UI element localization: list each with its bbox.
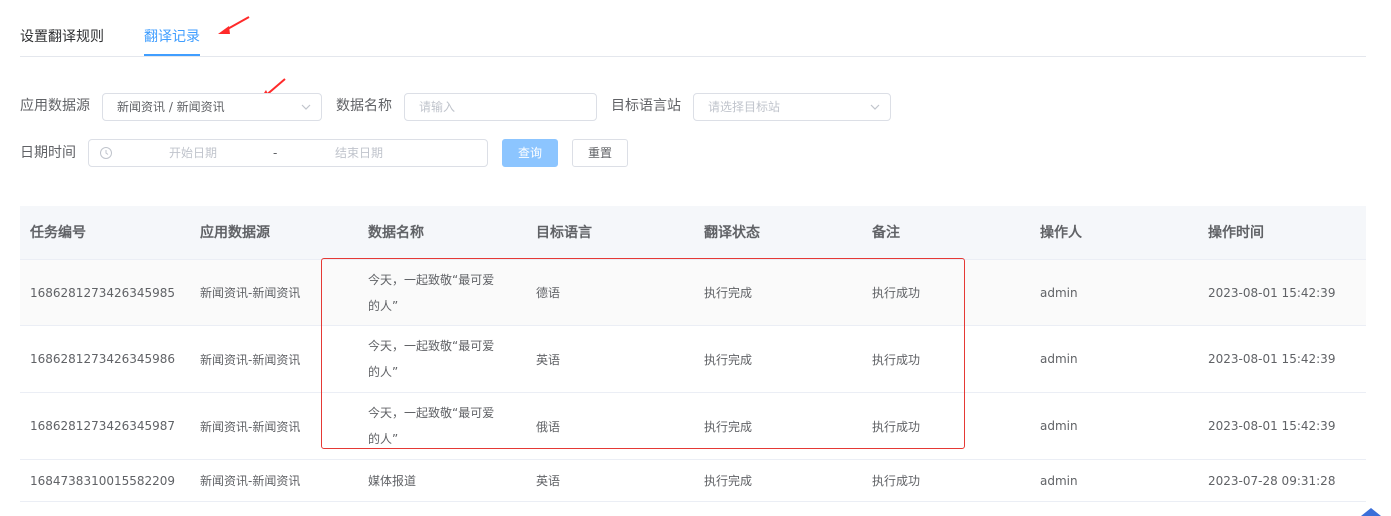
table-row[interactable]: 1684738310015582209 新闻资讯-新闻资讯 媒体报道 英语 执行… [20, 460, 1366, 502]
date-range-picker[interactable]: 开始日期 - 结束日期 [88, 139, 488, 167]
name-input[interactable]: 请输入 [404, 93, 597, 121]
cell-op-time: 2023-07-28 09:31:28 [1208, 473, 1336, 488]
cell-source: 新闻资讯-新闻资讯 [200, 352, 301, 367]
active-tab-indicator [144, 54, 200, 56]
query-button[interactable]: 查询 [502, 139, 558, 167]
cell-operator: admin [1040, 419, 1078, 433]
name-label: 数据名称 [336, 98, 392, 114]
source-select[interactable]: 新闻资讯 / 新闻资讯 [102, 93, 322, 121]
cell-target-lang: 俄语 [536, 419, 561, 434]
cell-data-name: 今天，一起致敬“最可爱的人” [368, 272, 495, 313]
table-row[interactable]: 1686281273426345986 新闻资讯-新闻资讯 今天，一起致敬“最可… [20, 326, 1366, 393]
table-row[interactable]: 1686281273426345987 新闻资讯-新闻资讯 今天，一起致敬“最可… [20, 393, 1366, 460]
translation-records-page: 设置翻译规则 翻译记录 应用数据源 新闻资讯 / 新闻资讯 数据名称 请输入 目… [0, 0, 1391, 516]
cell-source: 新闻资讯-新闻资讯 [200, 474, 301, 488]
name-input-placeholder: 请输入 [419, 100, 456, 114]
reset-button[interactable]: 重置 [572, 139, 628, 167]
cell-op-time: 2023-08-01 15:42:39 [1208, 419, 1336, 433]
header-remark: 备注 [872, 225, 900, 241]
header-task-id: 任务编号 [30, 225, 86, 241]
cell-target-lang: 英语 [536, 352, 561, 367]
target-site-select[interactable]: 请选择目标站 [693, 93, 891, 121]
chevron-down-icon [301, 104, 311, 110]
clock-icon [100, 147, 112, 159]
header-target-lang: 目标语言 [536, 225, 592, 241]
cell-remark: 执行成功 [872, 352, 921, 367]
cell-remark: 执行成功 [872, 286, 921, 300]
table-row[interactable]: 1686281273426345985 新闻资讯-新闻资讯 今天，一起致敬“最可… [20, 260, 1366, 326]
cell-status: 执行完成 [704, 286, 753, 300]
target-site-label: 目标语言站 [611, 98, 681, 114]
cell-operator: admin [1040, 352, 1078, 366]
tab-bar: 设置翻译规则 翻译记录 [20, 0, 1366, 57]
date-separator: - [273, 146, 278, 160]
cell-operator: admin [1040, 285, 1078, 300]
header-op-time: 操作时间 [1208, 225, 1264, 241]
cell-status: 执行完成 [704, 419, 753, 434]
cell-op-time: 2023-08-01 15:42:39 [1208, 285, 1336, 300]
cell-data-name: 今天，一起致敬“最可爱的人” [368, 339, 495, 379]
header-source: 应用数据源 [200, 225, 270, 241]
table-header: 任务编号 应用数据源 数据名称 目标语言 翻译状态 备注 操作人 操作时间 [20, 206, 1366, 260]
cell-task-id: 1686281273426345986 [30, 352, 176, 366]
header-status: 翻译状态 [704, 225, 760, 241]
cell-status: 执行完成 [704, 474, 753, 488]
target-site-placeholder: 请选择目标站 [708, 100, 781, 114]
cell-task-id: 1686281273426345985 [30, 285, 176, 300]
date-start-placeholder: 开始日期 [169, 146, 218, 160]
source-select-value: 新闻资讯 / 新闻资讯 [117, 100, 225, 114]
cell-remark: 执行成功 [872, 419, 921, 434]
floating-widget-icon[interactable] [1359, 506, 1383, 516]
cell-operator: admin [1040, 473, 1078, 488]
cell-source: 新闻资讯-新闻资讯 [200, 419, 301, 434]
cell-task-id: 1686281273426345987 [30, 419, 176, 433]
cell-source: 新闻资讯-新闻资讯 [200, 286, 301, 300]
records-table: 任务编号 应用数据源 数据名称 目标语言 翻译状态 备注 操作人 操作时间 16… [20, 206, 1366, 502]
chevron-down-icon [870, 104, 880, 110]
cell-target-lang: 英语 [536, 474, 561, 488]
cell-data-name: 媒体报道 [368, 473, 417, 488]
tab-translation-rules[interactable]: 设置翻译规则 [20, 27, 104, 47]
header-data-name: 数据名称 [368, 225, 424, 241]
source-label: 应用数据源 [20, 98, 90, 114]
date-label: 日期时间 [20, 145, 76, 161]
cell-op-time: 2023-08-01 15:42:39 [1208, 352, 1336, 366]
cell-target-lang: 德语 [536, 286, 561, 300]
tab-translation-records[interactable]: 翻译记录 [144, 27, 200, 47]
cell-remark: 执行成功 [872, 474, 921, 488]
cell-status: 执行完成 [704, 352, 753, 367]
header-operator: 操作人 [1040, 225, 1082, 241]
cell-task-id: 1684738310015582209 [30, 473, 176, 488]
cell-data-name: 今天，一起致敬“最可爱的人” [368, 406, 495, 446]
date-end-placeholder: 结束日期 [335, 146, 384, 160]
